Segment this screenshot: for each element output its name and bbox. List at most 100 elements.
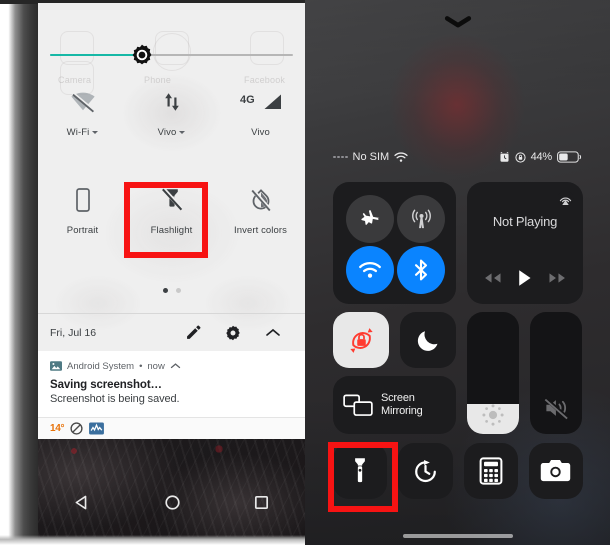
cc-row-1: Not Playing <box>333 182 583 304</box>
rewind-icon[interactable] <box>482 271 503 285</box>
qs-label-wifi: Wi-Fi <box>67 127 99 138</box>
android-phone-panel: Camera Phone Facebook Wi-Fi Vivo 4G Vivo… <box>0 0 305 545</box>
media-controls <box>467 268 583 288</box>
mobile-data-icon <box>161 83 183 121</box>
android-bottom-shadow <box>0 535 305 545</box>
volume-muted-icon <box>530 396 582 420</box>
fast-forward-icon[interactable] <box>547 271 568 285</box>
ios-control-center-panel: No SIM 44% Not Playing Screen Mirroring <box>305 0 610 545</box>
rotation-lock-icon <box>514 151 526 163</box>
status-date: Fri, Jul 16 <box>50 326 97 339</box>
timer-icon <box>411 457 440 486</box>
status-bar-left: No SIM <box>333 151 499 163</box>
chevron-down-grabber-icon[interactable] <box>444 15 472 29</box>
pencil-icon <box>185 324 202 341</box>
page-dot-2[interactable] <box>175 288 181 293</box>
qs-label-invert-colors: Invert colors <box>233 225 288 236</box>
home-button[interactable] <box>163 493 182 512</box>
flashlight-icon <box>347 456 373 486</box>
brightness-sun-icon <box>467 402 519 428</box>
notification-status-strip: 14° <box>38 417 305 439</box>
carrier-label: No SIM <box>352 151 390 163</box>
qs-tile-invert-colors[interactable]: Invert colors <box>216 181 305 261</box>
wifi-off-icon <box>70 83 96 121</box>
quick-settings-footer: Fri, Jul 16 <box>38 314 305 351</box>
screenshot-root: Camera Phone Facebook Wi-Fi Vivo 4G Vivo… <box>0 0 610 545</box>
calculator-icon <box>479 457 503 485</box>
chevron-down-icon[interactable] <box>179 131 186 134</box>
bluetooth-button[interactable] <box>397 246 445 294</box>
qs-tile-wifi[interactable]: Wi-Fi <box>38 83 127 163</box>
cc-row-3-shortcuts <box>333 443 583 499</box>
edit-tiles-button[interactable] <box>173 324 213 341</box>
cc-row-2: Screen Mirroring <box>333 312 583 434</box>
quick-settings-page-dots[interactable] <box>38 288 305 293</box>
brightness-fill <box>50 54 143 56</box>
qs-tile-portrait[interactable]: Portrait <box>38 181 127 261</box>
settings-button[interactable] <box>213 325 253 341</box>
wifi-button[interactable] <box>346 246 394 294</box>
qs-tile-signal[interactable]: 4G Vivo <box>216 83 305 163</box>
battery-icon <box>557 151 582 163</box>
screen-mirroring-label-line2: Mirroring <box>381 405 423 417</box>
screen-mirroring-button[interactable]: Screen Mirroring <box>333 376 456 434</box>
alarm-clock-icon <box>499 151 510 163</box>
notification-header: Android System • now <box>50 359 293 373</box>
volume-slider[interactable] <box>530 312 582 434</box>
cellular-antenna-icon <box>410 208 433 231</box>
qs-label-mobile-data: Vivo <box>158 127 186 138</box>
airplane-icon <box>359 208 382 231</box>
chevron-down-icon[interactable] <box>92 131 99 134</box>
chevron-up-icon <box>265 327 281 339</box>
connectivity-grid <box>346 195 445 294</box>
play-icon[interactable] <box>516 268 533 288</box>
ios-home-indicator[interactable] <box>402 534 513 538</box>
rotation-lock-icon <box>346 325 377 356</box>
notification-card[interactable]: Android System • now Saving screenshot… … <box>38 351 305 417</box>
flashlight-off-icon <box>159 181 185 219</box>
camera-icon <box>540 458 571 484</box>
gear-icon <box>225 325 241 341</box>
wifi-icon <box>394 151 408 163</box>
connectivity-card <box>333 182 456 304</box>
brightness-gear-icon[interactable] <box>130 43 154 67</box>
battery-percent-label: 44% <box>530 151 553 163</box>
weather-temperature: 14° <box>50 423 65 434</box>
status-bar-right: 44% <box>499 151 582 163</box>
android-quick-settings-panel: Camera Phone Facebook Wi-Fi Vivo 4G Vivo… <box>38 3 305 439</box>
media-title: Not Playing <box>492 214 558 229</box>
brightness-slider[interactable] <box>467 312 519 434</box>
left-controls-stack: Screen Mirroring <box>333 312 456 434</box>
page-dot-1[interactable] <box>162 288 168 293</box>
qs-tile-mobile-data[interactable]: Vivo <box>127 83 216 163</box>
android-panel-shadow <box>0 4 38 541</box>
airplay-audio-icon[interactable] <box>557 190 574 207</box>
back-button[interactable] <box>73 493 92 512</box>
toggle-pair <box>333 312 456 368</box>
airplane-mode-button[interactable] <box>346 195 394 243</box>
wifi-icon <box>358 261 382 280</box>
screen-mirroring-label-line1: Screen <box>381 392 415 405</box>
rotation-portrait-icon <box>73 181 93 219</box>
qs-label-flashlight: Flashlight <box>150 225 193 236</box>
recents-button[interactable] <box>253 494 270 511</box>
calculator-button[interactable] <box>463 443 518 499</box>
camera-button[interactable] <box>528 443 583 499</box>
cellular-data-button[interactable] <box>397 195 445 243</box>
qs-label-portrait: Portrait <box>66 225 99 236</box>
timer-button[interactable] <box>398 443 453 499</box>
quick-settings-row-1: Wi-Fi Vivo 4G Vivo <box>38 83 305 163</box>
do-not-disturb-button[interactable] <box>400 312 456 368</box>
rotation-lock-button[interactable] <box>333 312 389 368</box>
collapse-panel-button[interactable] <box>253 327 293 339</box>
screen-mirroring-icon <box>343 393 373 417</box>
android-screen: Camera Phone Facebook Wi-Fi Vivo 4G Vivo… <box>38 3 305 537</box>
media-playback-card[interactable]: Not Playing <box>467 182 583 304</box>
notification-expand-icon[interactable] <box>170 362 181 370</box>
bluetooth-icon <box>410 258 432 282</box>
svg-text:4G: 4G <box>240 94 255 106</box>
brightness-slider[interactable] <box>50 44 293 66</box>
signal-4g-icon: 4G <box>239 83 283 121</box>
qs-tile-flashlight[interactable]: Flashlight <box>127 181 216 261</box>
flashlight-button[interactable] <box>333 443 388 499</box>
